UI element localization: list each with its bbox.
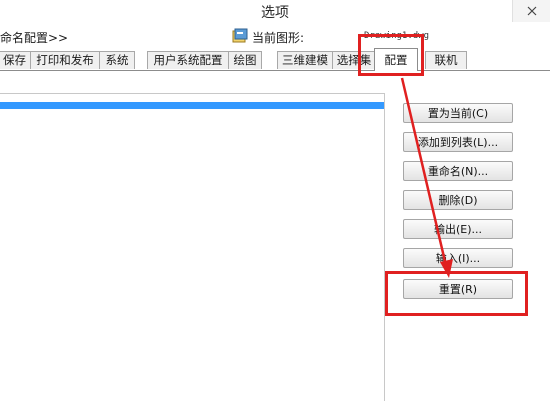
add-to-list-button[interactable]: 添加到列表(L)... xyxy=(403,132,513,152)
tab-profiles[interactable]: 配置 xyxy=(374,48,418,71)
rename-button[interactable]: 重命名(N)... xyxy=(403,161,513,181)
tab-save[interactable]: 保存 xyxy=(0,51,31,69)
title-bar: 选项 xyxy=(0,0,550,22)
list-item[interactable] xyxy=(0,102,384,109)
profile-list[interactable] xyxy=(0,93,385,401)
close-button[interactable] xyxy=(512,0,550,22)
tab-online[interactable]: 联机 xyxy=(425,51,467,69)
import-button[interactable]: 输入(I)... xyxy=(403,248,513,268)
delete-button[interactable]: 删除(D) xyxy=(403,190,513,210)
tab-plot-publish[interactable]: 打印和发布 xyxy=(30,51,100,69)
drawing-icon xyxy=(232,28,248,43)
reset-button[interactable]: 重置(R) xyxy=(403,279,513,299)
tab-user-preferences[interactable]: 用户系统配置 xyxy=(147,51,229,69)
window-title: 选项 xyxy=(261,5,289,21)
tab-drafting[interactable]: 绘图 xyxy=(228,51,262,69)
tab-3d-modeling[interactable]: 三维建模 xyxy=(277,51,333,69)
tab-system[interactable]: 系统 xyxy=(99,51,135,69)
set-current-button[interactable]: 置为当前(C) xyxy=(403,103,513,123)
close-icon xyxy=(527,6,537,16)
current-drawing-label: 当前图形: xyxy=(252,31,305,45)
profile-row: 命名配置>> 当前图形: Drawing1.dwg xyxy=(0,26,550,48)
current-drawing-value: Drawing1.dwg xyxy=(364,31,430,41)
named-profile-label[interactable]: 命名配置>> xyxy=(0,29,68,46)
export-button[interactable]: 输出(E)... xyxy=(403,219,513,239)
tab-selection[interactable]: 选择集 xyxy=(332,51,376,69)
tab-strip: 保存 打印和发布 系统 用户系统配置 绘图 三维建模 选择集 配置 联机 xyxy=(0,48,550,71)
